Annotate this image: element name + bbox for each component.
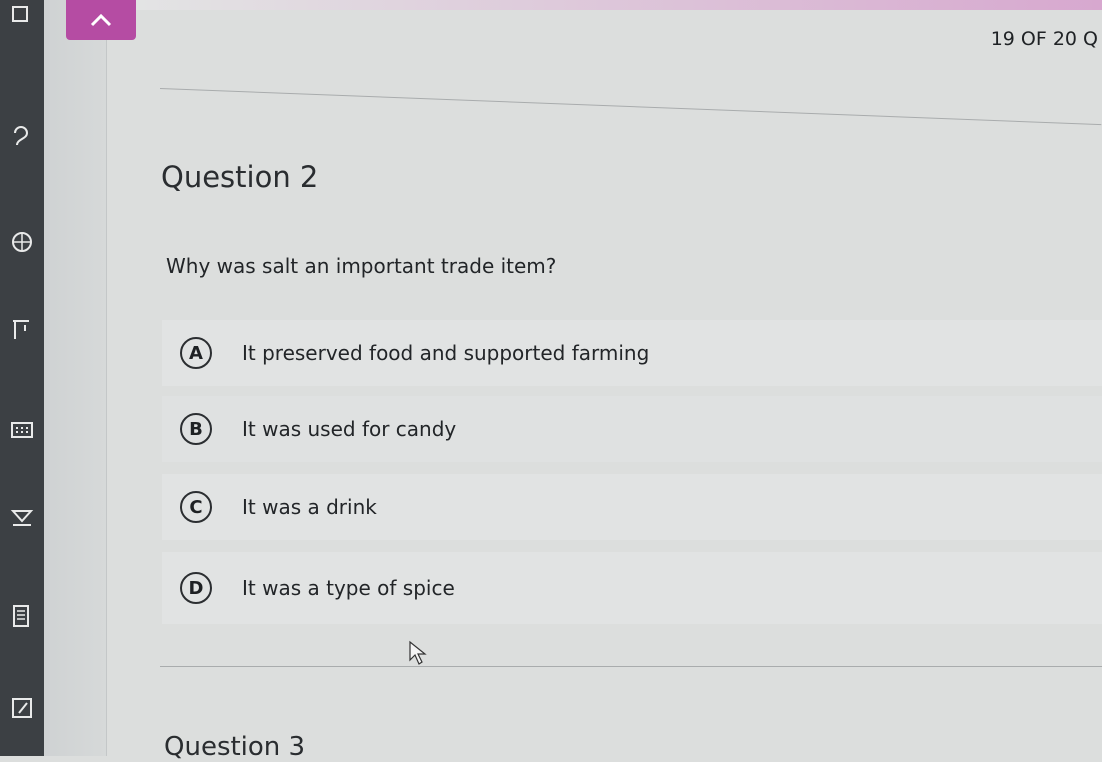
collapse-tab-button[interactable] xyxy=(66,0,136,40)
divider xyxy=(159,88,1102,126)
hearing-icon[interactable] xyxy=(4,120,40,156)
question-progress: 19 OF 20 Q xyxy=(990,28,1098,50)
answer-option-c[interactable]: C It was a drink xyxy=(162,474,1102,540)
rail-edge-panel xyxy=(44,0,107,756)
option-label: It was used for candy xyxy=(242,417,457,441)
option-letter: B xyxy=(180,413,212,445)
calculator-icon[interactable] xyxy=(4,412,40,448)
line-reader-icon[interactable] xyxy=(4,312,40,348)
option-letter: D xyxy=(180,572,212,604)
highlighter-icon[interactable] xyxy=(4,500,40,536)
mouse-pointer-icon xyxy=(409,640,427,665)
option-label: It was a drink xyxy=(242,495,377,519)
question-title: Question 2 xyxy=(161,160,319,194)
chevron-up-icon xyxy=(90,13,112,27)
option-letter: C xyxy=(180,491,212,523)
flag-icon[interactable] xyxy=(4,690,40,726)
divider xyxy=(160,666,1102,667)
answer-option-d[interactable]: D It was a type of spice xyxy=(162,552,1102,624)
answer-option-b[interactable]: B It was used for candy xyxy=(162,396,1102,462)
menu-icon[interactable] xyxy=(4,0,40,36)
option-label: It preserved food and supported farming xyxy=(242,341,650,365)
translate-globe-icon[interactable] xyxy=(4,224,40,260)
option-letter: A xyxy=(180,337,212,369)
header-strip xyxy=(136,0,1102,10)
answer-option-a[interactable]: A It preserved food and supported farmin… xyxy=(162,320,1102,386)
question-text: Why was salt an important trade item? xyxy=(166,254,557,278)
tool-rail xyxy=(0,0,44,756)
next-question-title: Question 3 xyxy=(164,732,306,762)
option-label: It was a type of spice xyxy=(242,576,455,600)
notepad-icon[interactable] xyxy=(4,598,40,634)
